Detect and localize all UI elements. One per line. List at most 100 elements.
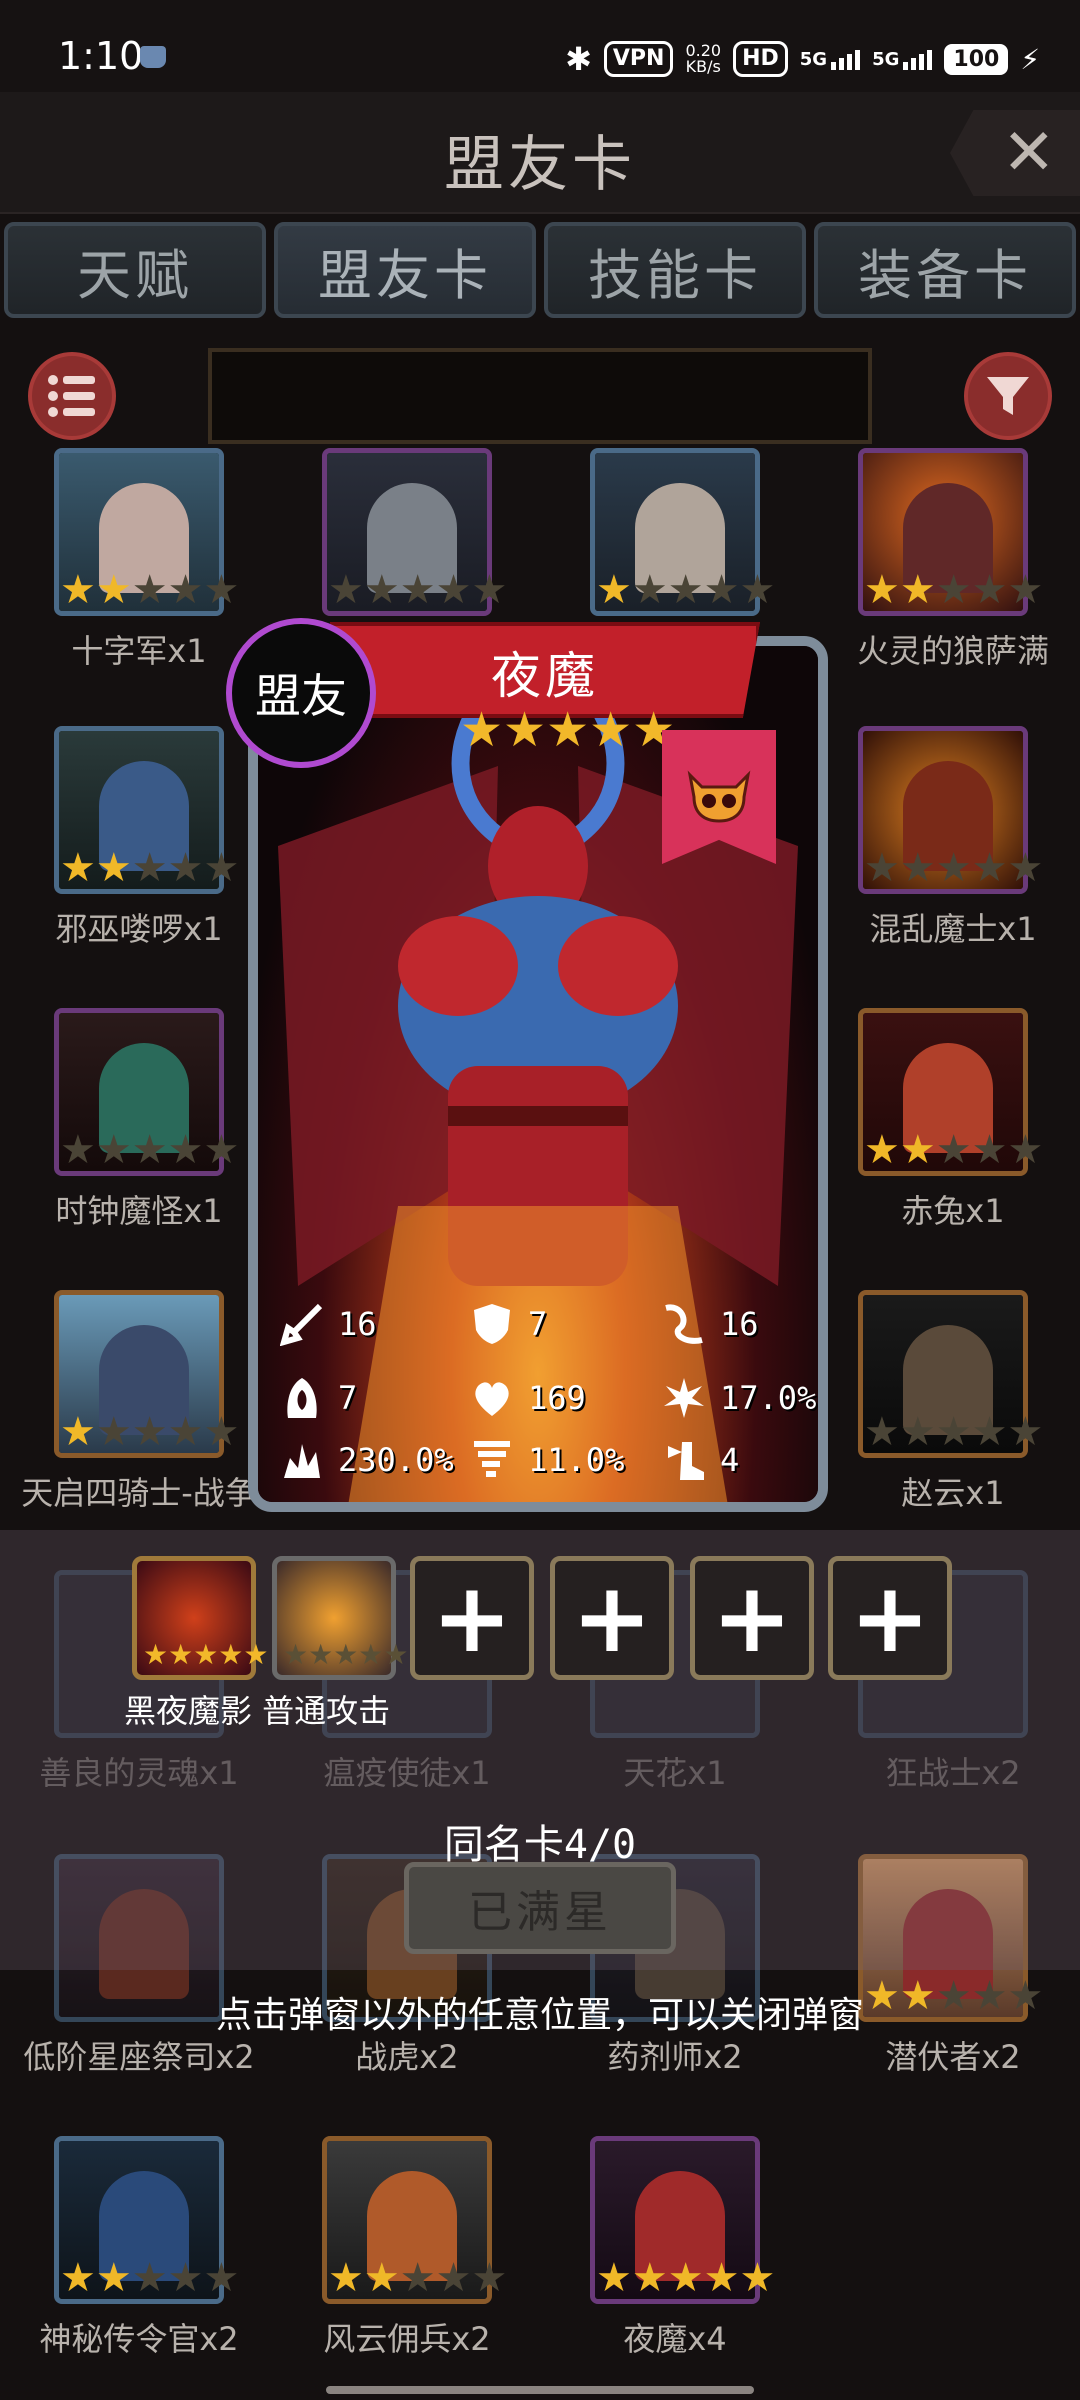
ally-card-fire-wolf-shaman[interactable]: ★ ★ ★ ★ ★ 火灵的狼萨满 — [808, 448, 1049, 708]
skill-slot-normal-attack[interactable]: ★★★★★ — [272, 1556, 409, 1680]
tornado-icon — [468, 1436, 516, 1484]
filter-icon — [987, 377, 1029, 415]
star-rating: ★ ★ ★ ★ ★ — [60, 2255, 240, 2301]
app-notification-icon — [140, 46, 166, 68]
star-rating: ★ ★ ★ ★ ★ — [864, 1127, 1044, 1173]
star-rating: ★ ★ ★ ★ ★ — [596, 2255, 776, 2301]
stat-move: 4 — [660, 1436, 739, 1484]
dark-shadow-skill-icon: ★★★★★ — [143, 1638, 269, 1671]
ally-name: 混乱魔士x1 — [869, 910, 1037, 948]
skill-slot-empty-2[interactable]: + — [550, 1556, 674, 1680]
star-rating: ★ ★ ★ ★ ★ — [596, 567, 776, 613]
hood-icon — [278, 1374, 326, 1422]
ally-card-zhao-yun[interactable]: ★ ★ ★ ★ ★ 赵云x1 — [808, 1290, 1048, 1550]
skill-slot-empty-4[interactable]: + — [828, 1556, 952, 1680]
star-rating: ★ ★ ★ ★ ★ — [60, 567, 240, 613]
skill-slot-empty-3[interactable]: + — [690, 1556, 814, 1680]
battery-icon: 100 — [944, 43, 1009, 75]
filter-button[interactable] — [964, 352, 1052, 440]
ally-name: 天启四骑士-战争 — [21, 1474, 257, 1512]
signal-bars-icon — [903, 49, 933, 70]
plus-icon: + — [431, 1562, 513, 1674]
ally-name: 药剂师x2 — [607, 2038, 743, 2076]
list-icon — [48, 375, 95, 417]
charging-icon: ⚡ — [1020, 42, 1040, 76]
ally-card-red-hare[interactable]: ★ ★ ★ ★ ★ 赤兔x1 — [808, 1008, 1048, 1268]
tab-equipment-card[interactable]: 装备卡 — [814, 222, 1076, 318]
ally-type-badge: 盟友 — [226, 618, 376, 768]
winged-boot-icon — [660, 1436, 708, 1484]
star-rating: ★ ★ ★ ★ ★ — [864, 1409, 1044, 1455]
stat-attack: 16 — [278, 1300, 377, 1348]
tab-talent[interactable]: 天赋 — [4, 222, 266, 318]
title-bar: 盟友卡 ✕ — [0, 92, 1080, 214]
tab-skill-card[interactable]: 技能卡 — [544, 222, 806, 318]
search-input[interactable] — [208, 348, 872, 444]
signal-5g-1: 5G — [800, 49, 861, 70]
list-menu-button[interactable] — [28, 352, 116, 440]
ally-card-apocalypse-war[interactable]: ★ ★ ★ ★ ★ 天启四骑士-战争 — [4, 1290, 257, 1550]
ally-name: 火灵的狼萨满 — [856, 632, 1049, 670]
close-button[interactable]: ✕ — [950, 110, 1080, 196]
ally-name: 邪巫喽啰x1 — [55, 910, 223, 948]
stat-lifesteal: 11.0% — [468, 1436, 624, 1484]
card-stars: ★★★★★ — [460, 702, 676, 758]
network-speed: 0.20 KB/s — [685, 41, 722, 76]
ally-card-chaos-mage[interactable]: ★ ★ ★ ★ ★ 混乱魔士x1 — [808, 726, 1048, 986]
stat-crit-damage: 230.0% — [278, 1436, 454, 1484]
card-name: 夜魔 — [491, 647, 599, 705]
tab-ally-card[interactable]: 盟友卡 — [274, 222, 536, 318]
ally-card-night-demon[interactable]: ★ ★ ★ ★ ★ 夜魔x4 — [540, 2136, 780, 2396]
star-rating: ★ ★ ★ ★ ★ — [60, 1127, 240, 1173]
plus-icon: + — [711, 1562, 793, 1674]
max-star-button[interactable]: 已满星 — [404, 1862, 676, 1954]
sword-icon — [278, 1300, 326, 1348]
stat-defense: 7 — [468, 1300, 547, 1348]
ally-card-crusader[interactable]: ★ ★ ★ ★ ★ 十字军x1 — [4, 448, 244, 708]
close-icon: ✕ — [1002, 116, 1056, 190]
page-title: 盟友卡 — [444, 130, 636, 200]
ally-name: 时钟魔怪x1 — [55, 1192, 223, 1230]
ally-name: 低阶星座祭司x2 — [23, 2038, 255, 2076]
skill-names: 黑夜魔影 普通攻击 — [124, 1692, 391, 1730]
tab-bar: 天赋 盟友卡 技能卡 装备卡 — [4, 222, 1076, 318]
star-rating: ★ ★ ★ ★ ★ — [864, 845, 1044, 891]
bluetooth-icon: ✱ — [565, 40, 592, 78]
stat-crit-rate: 17.0% — [660, 1374, 816, 1422]
ally-name: 夜魔x4 — [623, 2320, 727, 2358]
signal-bars-icon — [831, 49, 861, 70]
ally-name: 赤兔x1 — [901, 1192, 1005, 1230]
whip-icon — [660, 1300, 708, 1348]
ally-name: 风云佣兵x2 — [323, 2320, 491, 2358]
stat-speed: 16 — [660, 1300, 759, 1348]
ally-card-mysterious-herald[interactable]: ★ ★ ★ ★ ★ 神秘传令官x2 — [4, 2136, 244, 2396]
skill-slot-dark-shadow[interactable]: ★★★★★ — [132, 1556, 269, 1680]
ally-card-clock-demon[interactable]: ★ ★ ★ ★ ★ 时钟魔怪x1 — [4, 1008, 244, 1268]
close-popup-hint: 点击弹窗以外的任意位置，可以关闭弹窗 — [215, 1995, 864, 2036]
ally-card-storm-mercenary[interactable]: ★ ★ ★ ★ ★ 风云佣兵x2 — [272, 2136, 512, 2396]
signal-5g-2: 5G — [872, 49, 933, 70]
normal-attack-skill-icon: ★★★★★ — [283, 1638, 409, 1671]
hd-badge: HD — [733, 41, 788, 77]
star-rating: ★ ★ ★ ★ ★ — [328, 567, 508, 613]
status-bar: 1:10 ✱ VPN 0.20 KB/s HD 5G 5G 100 ⚡ — [0, 0, 1080, 92]
home-indicator[interactable] — [326, 2386, 754, 2394]
stat-hp: 169 — [468, 1374, 586, 1422]
vpn-badge: VPN — [603, 41, 674, 77]
plus-icon: + — [849, 1562, 931, 1674]
shield-icon — [468, 1300, 516, 1348]
heart-icon — [468, 1374, 516, 1422]
ally-name: 战虎x2 — [355, 2038, 459, 2076]
plus-icon: + — [571, 1562, 653, 1674]
ally-name: 神秘传令官x2 — [39, 2320, 239, 2358]
star-rating: ★ ★ ★ ★ ★ — [328, 2255, 508, 2301]
ally-name: 赵云x1 — [901, 1474, 1005, 1512]
ally-name: 潜伏者x2 — [885, 2038, 1021, 2076]
star-rating: ★ ★ ★ ★ ★ — [60, 1409, 240, 1455]
ally-card-evil-witch-minion[interactable]: ★ ★ ★ ★ ★ 邪巫喽啰x1 — [4, 726, 244, 986]
star-rating: ★ ★ ★ ★ ★ — [60, 845, 240, 891]
status-time: 1:10 — [58, 34, 144, 78]
explosion-icon — [278, 1436, 326, 1484]
skill-slot-empty-1[interactable]: + — [410, 1556, 534, 1680]
stat-dodge: 7 — [278, 1374, 357, 1422]
